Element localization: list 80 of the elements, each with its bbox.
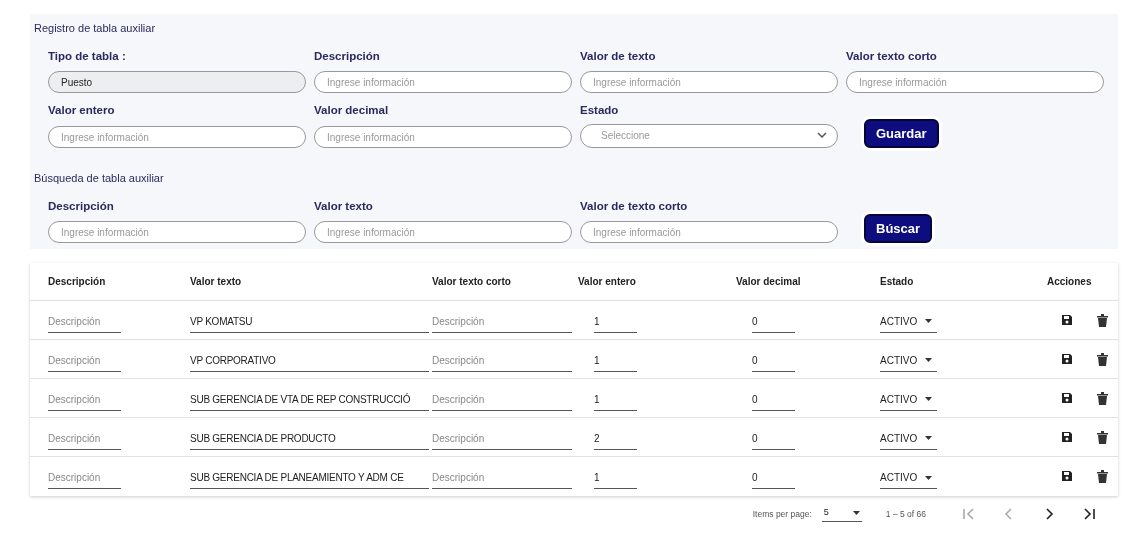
save-icon[interactable] [1061,352,1073,365]
table-cell-input[interactable]: 0 [752,470,795,490]
status-select[interactable]: ACTIVO [880,352,937,372]
dropdown-caret-icon [925,319,933,324]
save-icon[interactable] [1061,470,1073,483]
status-select[interactable]: ACTIVO [880,391,937,411]
input-field[interactable]: Ingrese información [580,71,838,94]
table-cell-input[interactable]: VP KOMATSU [190,313,429,333]
input-field[interactable]: Ingrese información [48,221,306,244]
table-cell-input[interactable]: 2 [594,430,637,450]
input-field[interactable]: Ingrese información [314,126,572,148]
table-cell-input[interactable]: Descripción [48,352,121,372]
field-label: Descripción [314,48,380,64]
table-cell-input[interactable]: Descripción [48,391,121,411]
table-cell-input[interactable]: 1 [594,470,637,490]
section-title: Búsqueda de tabla auxiliar [34,171,165,186]
table-cell-input[interactable]: Descripción [48,313,121,333]
page-size-select[interactable]: 5 [821,506,862,522]
input-field[interactable]: Ingrese información [48,126,306,148]
dropdown-caret-icon [925,358,933,363]
table-cell-input[interactable]: 0 [752,430,795,450]
column-header: Valor texto corto [432,275,512,290]
column-header: Valor decimal [736,275,802,290]
field-label: Valor entero [48,103,115,119]
table-cell-input[interactable]: Descripción [48,470,121,490]
table-cell-input[interactable]: Descripción [432,352,572,372]
field-label: Valor texto corto [846,48,937,64]
field-label: Estado [580,103,619,119]
column-header: Valor entero [578,275,637,290]
trash-icon[interactable] [1097,430,1108,444]
column-header: Descripción [48,275,107,290]
table-cell-input[interactable]: 0 [752,313,795,333]
status-select[interactable]: ACTIVO [880,430,937,450]
table-cell-input[interactable]: VP CORPORATIVO [190,352,429,372]
status-select[interactable]: ACTIVO [880,313,937,333]
input-field[interactable]: Ingrese información [580,221,838,244]
field-label: Valor de texto [580,48,656,64]
action-button[interactable]: Guardar [864,118,939,148]
chevron-down-icon [817,132,827,139]
action-button[interactable]: Búscar [864,213,933,244]
save-icon[interactable] [1061,430,1073,443]
page-range-text: 1 – 5 of 66 [885,507,926,521]
section-title: Registro de tabla auxiliar [34,21,157,36]
dropdown-caret-icon [925,397,933,402]
trash-icon[interactable] [1097,352,1108,366]
table-cell-input[interactable]: 0 [752,352,795,372]
field-label: Tipo de tabla : [48,48,126,64]
status-select[interactable]: ACTIVO [880,470,937,490]
input-field[interactable]: Ingrese información [846,71,1104,94]
table-cell-input[interactable]: SUB GERENCIA DE VTA DE REP CONSTRUCCIÓ [190,391,429,411]
save-icon[interactable] [1061,313,1073,326]
table-cell-input[interactable]: Descripción [48,430,121,450]
dropdown-caret-icon [852,511,860,515]
table-cell-input[interactable]: SUB GERENCIA DE PRODUCTO [190,430,429,450]
trash-icon[interactable] [1097,313,1108,327]
items-per-page-label: Items per page: [752,507,812,521]
table-cell-input[interactable]: Descripción [432,313,572,333]
table-cell-input[interactable]: 1 [594,313,637,333]
column-header: Valor texto [190,275,243,290]
field-label: Descripción [48,198,114,214]
dropdown-caret-icon [925,475,933,480]
field-label: Valor texto [314,198,373,214]
input-field[interactable]: Ingrese información [314,221,572,244]
table-cell-input[interactable]: 1 [594,352,637,372]
last-page-button[interactable] [1082,507,1096,521]
input-field[interactable]: Ingrese información [314,71,572,94]
column-header: Acciones [1046,275,1093,290]
table-cell-input[interactable]: Descripción [432,391,572,411]
table-cell-input[interactable]: 0 [752,391,795,411]
field-label: Valor de texto corto [580,198,688,214]
table-cell-input[interactable]: SUB GERENCIA DE PLANEAMIENTO Y ADM CE [190,470,429,490]
trash-icon[interactable] [1097,391,1108,405]
table-cell-input[interactable]: 1 [594,391,637,411]
trash-icon[interactable] [1097,470,1108,484]
column-header: Estado [880,275,915,290]
table-cell-input[interactable]: Descripción [432,430,572,450]
table-cell-input[interactable]: Descripción [432,470,572,490]
save-icon[interactable] [1061,391,1073,404]
field-label: Valor decimal [314,103,389,119]
dropdown-caret-icon [925,436,933,441]
